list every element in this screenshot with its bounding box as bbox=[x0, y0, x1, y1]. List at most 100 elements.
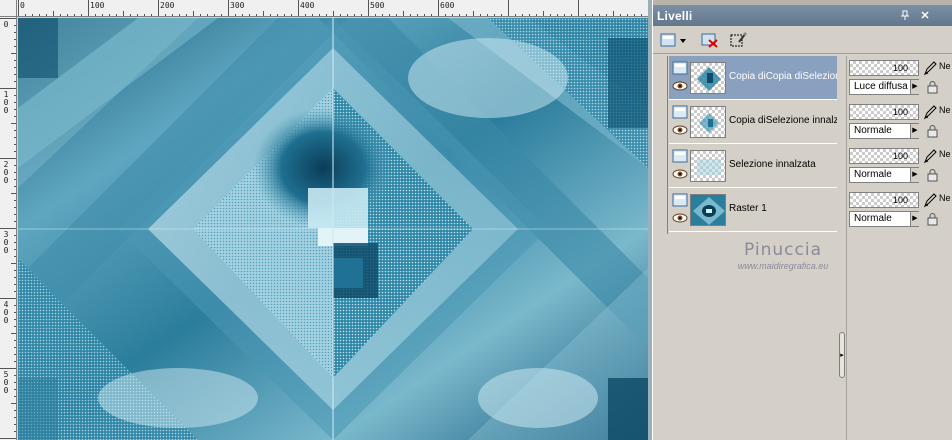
dropdown-arrow-icon[interactable]: ▶ bbox=[910, 168, 919, 182]
splitter-grip-icon[interactable]: ▸ bbox=[839, 332, 845, 378]
ruler-tick bbox=[543, 11, 544, 16]
ruler-tick bbox=[88, 0, 89, 16]
layers-list: Copia diCopia diSelezione Copia diSelezi… bbox=[669, 56, 837, 318]
ruler-tick bbox=[11, 333, 16, 334]
ruler-tick bbox=[14, 46, 16, 47]
opacity-field[interactable]: 100 bbox=[849, 104, 919, 120]
ruler-tick bbox=[14, 249, 16, 250]
pin-icon[interactable] bbox=[899, 10, 911, 22]
blend-mode-select[interactable]: Normale bbox=[849, 123, 919, 139]
layer-row[interactable]: Copia diCopia diSelezione bbox=[669, 56, 837, 100]
ruler-tick bbox=[564, 14, 565, 16]
ruler-tick bbox=[14, 186, 16, 187]
edit-pen-icon[interactable] bbox=[923, 104, 937, 120]
new-layer-button[interactable] bbox=[657, 30, 689, 50]
layer-props-row: 100 Ne Luce diffusa ▶ bbox=[847, 56, 952, 100]
blend-prefix: Ne bbox=[939, 193, 951, 203]
blend-mode-select[interactable]: Normale bbox=[849, 211, 919, 227]
lock-icon[interactable] bbox=[925, 124, 939, 138]
ruler-tick bbox=[0, 368, 16, 369]
blend-mode-select[interactable]: Normale bbox=[849, 167, 919, 183]
ruler-tick bbox=[14, 256, 16, 257]
ruler-tick bbox=[263, 11, 264, 16]
ruler-horizontal: 0 100 200 300 400 500 600 bbox=[0, 0, 650, 17]
ruler-label: 400 bbox=[300, 1, 315, 10]
ruler-tick bbox=[0, 298, 16, 299]
opacity-field[interactable]: 100 bbox=[849, 192, 919, 208]
ruler-tick bbox=[0, 438, 16, 439]
layer-row[interactable]: Selezione innalzata bbox=[669, 144, 837, 188]
ruler-tick bbox=[0, 88, 16, 89]
ruler-tick bbox=[340, 14, 341, 16]
ruler-tick bbox=[0, 18, 16, 19]
layer-row[interactable]: Raster 1 bbox=[669, 188, 837, 232]
ruler-tick bbox=[74, 14, 75, 16]
ruler-tick bbox=[193, 11, 194, 16]
ruler-tick bbox=[11, 263, 16, 264]
ruler-label: 300 bbox=[230, 1, 245, 10]
delete-layer-button[interactable] bbox=[699, 30, 721, 50]
ruler-tick bbox=[515, 14, 516, 16]
selection-button[interactable] bbox=[727, 30, 749, 50]
ruler-tick bbox=[14, 347, 16, 348]
edit-pen-icon[interactable] bbox=[923, 60, 937, 76]
ruler-tick bbox=[578, 0, 579, 16]
ruler-tick bbox=[11, 53, 16, 54]
dropdown-arrow-icon[interactable]: ▶ bbox=[910, 212, 919, 226]
ruler-tick bbox=[130, 14, 131, 16]
ruler-tick bbox=[368, 0, 369, 16]
close-icon[interactable] bbox=[919, 10, 931, 22]
ruler-tick bbox=[620, 14, 621, 16]
layer-props-row: 100 Ne Normale ▶ bbox=[847, 144, 952, 188]
ruler-tick bbox=[298, 0, 299, 16]
ruler-tick bbox=[11, 193, 16, 194]
dropdown-arrow-icon[interactable]: ▶ bbox=[910, 124, 919, 138]
opacity-field[interactable]: 100 bbox=[849, 148, 919, 164]
ruler-tick bbox=[270, 14, 271, 16]
lock-icon[interactable] bbox=[925, 168, 939, 182]
lock-icon[interactable] bbox=[925, 212, 939, 226]
layer-row[interactable]: Copia diSelezione innalzat bbox=[669, 100, 837, 144]
ruler-tick bbox=[14, 396, 16, 397]
ruler-tick bbox=[424, 14, 425, 16]
ruler-tick bbox=[14, 235, 16, 236]
ruler-tick bbox=[14, 74, 16, 75]
ruler-label: 200 bbox=[160, 1, 175, 10]
blend-prefix: Ne bbox=[939, 149, 951, 159]
ruler-label: 600 bbox=[440, 1, 455, 10]
ruler-tick bbox=[326, 14, 327, 16]
ruler-tick bbox=[14, 326, 16, 327]
ruler-tick bbox=[284, 14, 285, 16]
opacity-value: 100 bbox=[892, 63, 908, 73]
edit-pen-icon[interactable] bbox=[923, 192, 937, 208]
ruler-tick bbox=[452, 14, 453, 16]
ruler-tick bbox=[557, 14, 558, 16]
ruler-tick bbox=[249, 14, 250, 16]
ruler-tick bbox=[221, 14, 222, 16]
opacity-field[interactable]: 100 bbox=[849, 60, 919, 76]
layer-properties: 100 Ne Luce diffusa ▶ 100 Ne Normale ▶ 1… bbox=[847, 56, 952, 256]
lock-icon[interactable] bbox=[925, 80, 939, 94]
blend-mode-select[interactable]: Luce diffusa bbox=[849, 79, 919, 95]
edit-pen-icon[interactable] bbox=[923, 148, 937, 164]
ruler-tick bbox=[14, 39, 16, 40]
ruler-tick bbox=[487, 14, 488, 16]
visibility-eye-icon[interactable] bbox=[672, 169, 688, 179]
visibility-eye-icon[interactable] bbox=[672, 125, 688, 135]
ruler-tick bbox=[18, 0, 19, 16]
ruler-tick bbox=[480, 14, 481, 16]
ruler-label: 400 bbox=[3, 300, 9, 325]
ruler-tick bbox=[14, 200, 16, 201]
ruler-tick bbox=[172, 14, 173, 16]
ruler-tick bbox=[501, 14, 502, 16]
dropdown-arrow-icon[interactable]: ▶ bbox=[910, 80, 919, 94]
visibility-eye-icon[interactable] bbox=[672, 213, 688, 223]
panel-titlebar[interactable]: Livelli bbox=[653, 6, 952, 26]
image-canvas[interactable] bbox=[18, 18, 648, 440]
ruler-tick bbox=[417, 14, 418, 16]
ruler-tick bbox=[396, 14, 397, 16]
visibility-eye-icon[interactable] bbox=[672, 81, 688, 91]
ruler-tick bbox=[207, 14, 208, 16]
ruler-tick bbox=[14, 354, 16, 355]
layers-panel: Livelli Copia diCopia diSelezione Copia … bbox=[652, 0, 952, 440]
